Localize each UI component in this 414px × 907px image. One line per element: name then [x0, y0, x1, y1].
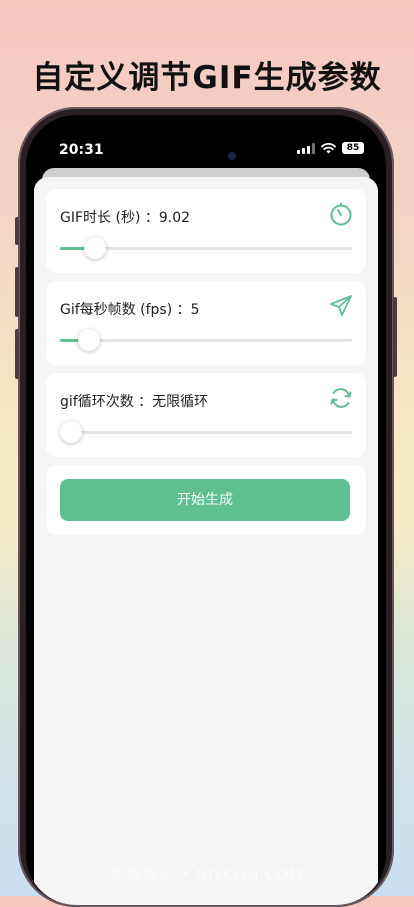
loop-label: gif循环次数 ：无限循环: [60, 394, 209, 410]
refresh-icon: [330, 388, 352, 408]
phone-frame: 20:31 85 GIF时长 (秒) ：9.02 Gif每秒帧数 (fps) ：…: [15, 107, 397, 907]
duration-slider-thumb[interactable]: [84, 237, 107, 259]
status-time: 20:31: [59, 142, 104, 158]
setting-card-loop: gif循环次数 ：无限循环: [46, 373, 366, 457]
fps-slider[interactable]: [60, 329, 352, 353]
loop-slider-track: [60, 431, 352, 434]
fps-slider-thumb[interactable]: [78, 329, 101, 351]
status-icons: 85: [297, 142, 364, 154]
start-card: 开始生成: [46, 465, 366, 535]
setting-card-fps: Gif每秒帧数 (fps) ：5: [46, 281, 366, 365]
watermark: 乐享轻汇 • NJYCOH.COM: [110, 866, 304, 884]
duration-slider[interactable]: [60, 237, 352, 261]
battery-icon: 85: [342, 142, 364, 154]
camera-icon: [228, 152, 236, 160]
volume-up-button: [15, 267, 19, 317]
fps-label: Gif每秒帧数 (fps) ：5: [60, 302, 200, 318]
dynamic-island: [154, 141, 258, 171]
loop-slider[interactable]: [60, 421, 352, 445]
timer-icon: [330, 202, 352, 226]
mute-switch: [15, 217, 19, 245]
fps-slider-track: [60, 339, 352, 342]
promo-headline: 自定义调节GIF生成参数: [32, 60, 382, 96]
send-icon: [330, 295, 352, 316]
phone-screen: 20:31 85 GIF时长 (秒) ：9.02 Gif每秒帧数 (fps) ：…: [26, 115, 386, 905]
status-bar: 20:31 85: [26, 135, 386, 171]
wifi-icon: [321, 142, 336, 153]
duration-label: GIF时长 (秒) ：9.02: [60, 210, 191, 226]
start-generate-button[interactable]: 开始生成: [60, 479, 350, 521]
loop-slider-thumb[interactable]: [60, 421, 82, 443]
setting-card-duration: GIF时长 (秒) ：9.02: [46, 189, 366, 273]
volume-down-button: [15, 329, 19, 379]
signal-icon: [297, 142, 315, 154]
settings-sheet: GIF时长 (秒) ：9.02 Gif每秒帧数 (fps) ：5 gif循环次数…: [34, 177, 378, 905]
power-button: [393, 297, 397, 377]
